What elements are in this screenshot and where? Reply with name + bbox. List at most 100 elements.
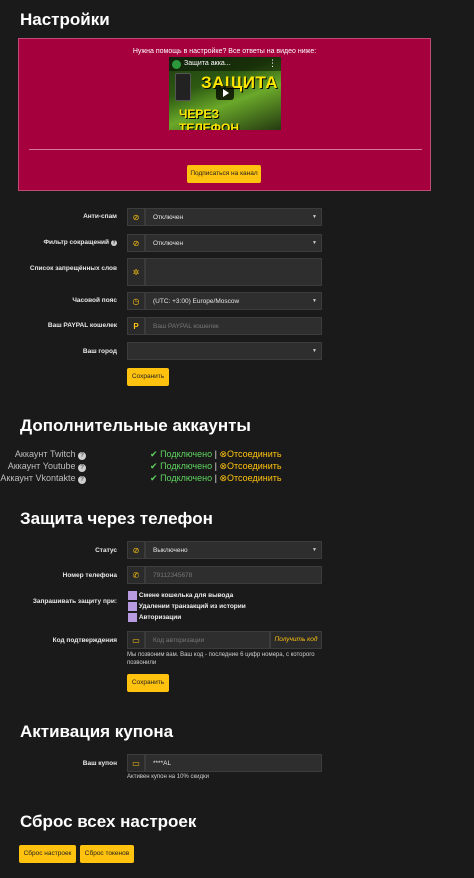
page-title: Настройки (20, 10, 110, 29)
chevron-down-icon: ▼ (312, 348, 317, 354)
checkbox[interactable] (128, 602, 137, 611)
reset-tokens-button[interactable]: Сброс токенов (80, 845, 134, 863)
subscribe-button[interactable]: Подписаться на канал (187, 165, 261, 183)
ban-icon: ⊘ (127, 541, 145, 559)
status-connected: Подключено (160, 461, 213, 471)
timezone-select[interactable]: (UTC: +3:00) Europe/Moscow ▼ (145, 292, 322, 310)
separator: | (214, 461, 217, 471)
chevron-down-icon: ▼ (312, 240, 317, 246)
reset-title: Сброс всех настроек (20, 812, 197, 831)
accounts-title: Дополнительные аккаунты (20, 416, 251, 435)
phone-image (175, 73, 191, 101)
city-label: Ваш город (82, 348, 117, 355)
account-name-text: Аккаунт Twitch (14, 449, 76, 459)
phone-icon: ✆ (127, 566, 145, 584)
status-connected: Подключено (160, 473, 213, 483)
chevron-down-icon: ▼ (312, 214, 317, 220)
phone-number-label: Номер телефона (62, 572, 117, 579)
account-status: ✔ Подключено | ⊗Отсоединить (150, 473, 282, 484)
fire-icon: ✲ (127, 258, 145, 286)
disconnect-link[interactable]: Отсоединить (227, 473, 282, 483)
video-headline-1: ЗАЩИТА (201, 73, 279, 92)
option-label: Авторизации (138, 614, 182, 622)
timezone-value: (UTC: +3:00) Europe/Moscow (153, 297, 240, 305)
timezone-label: Часовой пояс (72, 297, 117, 304)
paypal-input[interactable]: Ваш PAYPAL кошелек (145, 317, 322, 335)
chevron-down-icon: ▼ (312, 298, 317, 304)
option-label: Удалении транзакций из истории (138, 603, 246, 611)
phone-status-select[interactable]: Выключено ▼ (145, 541, 322, 559)
account-name: Аккаунт Youtube ? (8, 461, 86, 472)
get-code-button[interactable]: Получить код (270, 631, 322, 649)
city-select[interactable]: ▼ (127, 342, 322, 360)
checkbox[interactable] (128, 591, 137, 600)
code-input[interactable]: Код авторизации (145, 631, 270, 649)
coupon-input[interactable]: ****AL (145, 754, 322, 772)
reset-settings-button[interactable]: Сброс настроек (19, 845, 76, 863)
ask-protection-label: Запрашивать защиту при: (32, 598, 117, 605)
account-row-twitch: Аккаунт Twitch ? ✔ Подключено | ⊗Отсоеди… (15, 449, 440, 461)
disconnect-link[interactable]: Отсоединить (227, 461, 282, 471)
account-row-youtube: Аккаунт Youtube ? ✔ Подключено | ⊗Отсоед… (8, 461, 440, 473)
separator: | (214, 473, 217, 483)
check-icon: ✔ (150, 449, 158, 459)
channel-avatar (172, 60, 181, 69)
status-label: Статус (95, 547, 117, 554)
clock-icon: ◷ (127, 292, 145, 310)
kebab-menu-icon[interactable]: ⋮ (268, 58, 277, 69)
status-connected: Подключено (160, 449, 213, 459)
video-title: Защита акка... (184, 60, 231, 67)
code-label: Код подтверждения (52, 637, 117, 644)
option-delete-transactions[interactable]: Удалении транзакций из истории (128, 602, 246, 611)
ban-icon: ⊘ (127, 234, 145, 252)
coupon-title: Активация купона (20, 722, 174, 741)
card-icon: ▭ (127, 631, 145, 649)
account-row-vkontakte: Аккаунт Vkontakte ? ✔ Подключено | ⊗Отсо… (0, 473, 440, 485)
option-authorization[interactable]: Авторизации (128, 613, 181, 622)
video-thumbnail[interactable]: Защита акка... ⋮ ЗАЩИТА ЧЕРЕЗ ТЕЛЕФОН (169, 57, 281, 130)
phone-number-input[interactable]: 79112345678 (145, 566, 322, 584)
unlink-icon: ⊗ (219, 473, 228, 483)
help-icon[interactable]: ? (78, 464, 86, 472)
help-icon[interactable]: ? (78, 476, 86, 484)
help-icon[interactable]: ? (111, 240, 117, 246)
phone-status-value: Выключено (153, 546, 188, 554)
antispam-value: Отключен (153, 213, 184, 221)
banned-words-textarea[interactable] (145, 258, 322, 286)
account-name: Аккаунт Twitch ? (15, 449, 86, 460)
paypal-label: Ваш PAYPAL кошелек (47, 322, 117, 329)
account-name-text: Аккаунт Youtube (7, 461, 76, 471)
unlink-icon: ⊗ (219, 449, 228, 459)
promo-divider (29, 149, 422, 150)
chevron-down-icon: ▼ (312, 547, 317, 553)
call-hint: Мы позвоним вам. Ваш код - последние 6 ц… (127, 652, 315, 666)
disconnect-link[interactable]: Отсоединить (227, 449, 282, 459)
account-status: ✔ Подключено | ⊗Отсоединить (150, 461, 282, 472)
ban-icon: ⊘ (127, 208, 145, 226)
play-icon[interactable] (216, 86, 234, 100)
checkbox[interactable] (128, 613, 137, 622)
save-settings-button[interactable]: Сохранить (127, 368, 169, 386)
save-phone-button[interactable]: Сохранить (127, 674, 169, 692)
account-status: ✔ Подключено | ⊗Отсоединить (150, 449, 282, 460)
help-icon[interactable]: ? (78, 452, 86, 460)
short-filter-label: Фильтр сокращений? (43, 239, 117, 246)
card-icon: ▭ (127, 754, 145, 772)
separator: | (214, 449, 217, 459)
option-label: Смене кошелька для вывода (138, 592, 234, 600)
short-filter-value: Отключен (153, 239, 184, 247)
unlink-icon: ⊗ (219, 461, 228, 471)
account-name: Аккаунт Vkontakte ? (0, 473, 86, 484)
coupon-label: Ваш купон (82, 760, 117, 767)
short-filter-label-text: Фильтр сокращений (43, 239, 110, 246)
account-name-text: Аккаунт Vkontakte (0, 473, 76, 483)
short-filter-select[interactable]: Отключен ▼ (145, 234, 322, 252)
phone-protection-title: Защита через телефон (20, 509, 213, 528)
help-promo-box: Нужна помощь в настройке? Все ответы на … (18, 38, 431, 191)
check-icon: ✔ (150, 461, 158, 471)
antispam-label: Анти-спам (83, 213, 117, 220)
antispam-select[interactable]: Отключен ▼ (145, 208, 322, 226)
check-icon: ✔ (150, 473, 158, 483)
option-wallet-change[interactable]: Смене кошелька для вывода (128, 591, 233, 600)
video-headline-2: ЧЕРЕЗ ТЕЛЕФОН (179, 107, 239, 130)
